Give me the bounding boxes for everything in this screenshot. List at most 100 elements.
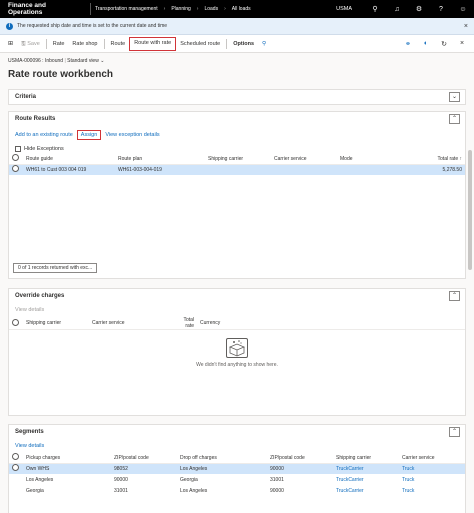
cell-mode[interactable] bbox=[337, 164, 395, 175]
cell-zip-dropoff[interactable]: 31001 bbox=[267, 474, 333, 485]
col-shipping-carrier[interactable]: Shipping carrier bbox=[23, 317, 89, 330]
row-select[interactable] bbox=[9, 463, 23, 474]
cell-dropoff[interactable]: Georgia bbox=[177, 474, 267, 485]
segments-header[interactable]: Segments bbox=[9, 425, 465, 439]
scheduled-route-button[interactable]: Scheduled route bbox=[176, 37, 224, 51]
add-to-route-link[interactable]: Add to an existing route bbox=[15, 132, 73, 138]
cell-service[interactable] bbox=[271, 164, 337, 175]
chevron-right-icon: › bbox=[224, 6, 226, 12]
col-carrier-service[interactable]: Carrier service bbox=[399, 453, 465, 464]
cell-pickup[interactable]: Los Angeles bbox=[23, 474, 111, 485]
cell-zip-dropoff[interactable]: 90000 bbox=[267, 485, 333, 496]
cell-total-rate[interactable]: 5,278.50 bbox=[395, 164, 465, 175]
cell-zip-dropoff[interactable]: 90000 bbox=[267, 463, 333, 474]
view-selector[interactable]: Standard view bbox=[67, 58, 99, 64]
route-with-rate-button[interactable]: Route with rate bbox=[129, 36, 177, 51]
office-icon[interactable]: ◐ bbox=[418, 40, 434, 47]
cell-carrier[interactable] bbox=[205, 164, 271, 175]
cell-pickup[interactable]: Georgia bbox=[23, 485, 111, 496]
chevron-up-icon[interactable]: ⌃ bbox=[449, 114, 460, 124]
cell-carrier[interactable]: TruckCarrier bbox=[333, 463, 399, 474]
cell-dropoff[interactable]: Los Angeles bbox=[177, 463, 267, 474]
view-details-link[interactable]: View details bbox=[15, 443, 44, 449]
save-button[interactable]: 🖫 Save bbox=[17, 37, 44, 51]
radio-icon[interactable] bbox=[12, 464, 19, 472]
col-carrier-service[interactable]: Carrier service bbox=[271, 154, 337, 165]
page-scrollbar[interactable] bbox=[468, 150, 472, 270]
company-selector[interactable]: USMA bbox=[336, 6, 352, 12]
col-dropoff-charges[interactable]: Drop off charges bbox=[177, 453, 267, 464]
view-exceptions-link[interactable]: View exception details bbox=[105, 132, 159, 138]
table-row[interactable]: Own WHS 98052 Los Angeles 90000 TruckCar… bbox=[9, 463, 465, 474]
close-icon[interactable]: × bbox=[454, 40, 470, 47]
col-route-plan[interactable]: Route plan bbox=[115, 154, 205, 165]
grid-icon[interactable]: ⊞ bbox=[4, 37, 17, 51]
col-mode[interactable]: Mode bbox=[337, 154, 395, 165]
breadcrumb-item[interactable]: Transportation management bbox=[95, 6, 158, 12]
cell-zip-pickup[interactable]: 98052 bbox=[111, 463, 177, 474]
cell-zip-pickup[interactable]: 31001 bbox=[111, 485, 177, 496]
col-shipping-carrier[interactable]: Shipping carrier bbox=[333, 453, 399, 464]
records-count-button[interactable]: 0 of 1 records returned with exc... bbox=[13, 263, 98, 273]
gear-icon[interactable]: ⚙ bbox=[408, 5, 430, 13]
table-row[interactable]: Georgia 31001 Los Angeles 90000 TruckCar… bbox=[9, 485, 465, 496]
link-icon[interactable]: ⚭ bbox=[400, 40, 416, 48]
row-select[interactable] bbox=[9, 485, 23, 496]
radio-icon[interactable] bbox=[12, 453, 19, 461]
chevron-up-icon[interactable]: ⌃ bbox=[449, 427, 460, 437]
col-zip-dropoff[interactable]: ZIP/postal code bbox=[267, 453, 333, 464]
cell-carrier[interactable]: TruckCarrier bbox=[333, 485, 399, 496]
close-icon[interactable]: × bbox=[464, 23, 468, 30]
cell-carrier[interactable]: TruckCarrier bbox=[333, 474, 399, 485]
chevron-down-icon[interactable]: ⌄ bbox=[449, 92, 460, 102]
help-icon[interactable]: ? bbox=[430, 6, 452, 13]
row-select[interactable] bbox=[9, 474, 23, 485]
cell-route-plan[interactable]: WH61-003-004-019 bbox=[115, 164, 205, 175]
breadcrumb-item[interactable]: Loads bbox=[204, 6, 218, 12]
table-row[interactable]: WH61 to Cust 003 004 019 WH61-003-004-01… bbox=[9, 164, 465, 175]
assign-button[interactable]: Assign bbox=[76, 130, 102, 140]
options-button[interactable]: Options bbox=[229, 37, 258, 51]
cell-dropoff[interactable]: Los Angeles bbox=[177, 485, 267, 496]
col-total-rate[interactable]: Total rate bbox=[171, 317, 197, 330]
col-currency[interactable]: Currency bbox=[197, 317, 465, 330]
app-name[interactable]: Finance and Operations bbox=[0, 2, 90, 16]
col-shipping-carrier[interactable]: Shipping carrier bbox=[205, 154, 271, 165]
col-carrier-service[interactable]: Carrier service bbox=[89, 317, 171, 330]
search-icon[interactable]: ⚲ bbox=[258, 37, 270, 51]
cell-service[interactable]: Truck bbox=[399, 474, 465, 485]
avatar[interactable]: ☺ bbox=[452, 6, 474, 13]
select-all-header[interactable] bbox=[9, 453, 23, 464]
row-select[interactable] bbox=[9, 164, 23, 175]
refresh-icon[interactable]: ↻ bbox=[436, 40, 452, 48]
cell-pickup[interactable]: Own WHS bbox=[23, 463, 111, 474]
select-all-header[interactable] bbox=[9, 154, 23, 165]
table-row[interactable]: Los Angeles 90000 Georgia 31001 TruckCar… bbox=[9, 474, 465, 485]
radio-icon[interactable] bbox=[12, 318, 19, 326]
rate-shop-button[interactable]: Rate shop bbox=[68, 37, 101, 51]
chevron-up-icon[interactable]: ⌃ bbox=[449, 291, 460, 301]
cell-service[interactable]: Truck bbox=[399, 463, 465, 474]
route-results-header[interactable]: Route Results bbox=[9, 112, 465, 126]
radio-icon[interactable] bbox=[12, 165, 19, 173]
col-pickup-charges[interactable]: Pickup charges bbox=[23, 453, 111, 464]
search-icon[interactable]: ⚲ bbox=[364, 5, 386, 13]
view-details-link[interactable]: View details bbox=[15, 307, 44, 313]
radio-icon[interactable] bbox=[12, 154, 19, 162]
override-charges-header[interactable]: Override charges bbox=[9, 289, 465, 303]
breadcrumb-item[interactable]: Planning bbox=[171, 6, 190, 12]
cell-zip-pickup[interactable]: 90000 bbox=[111, 474, 177, 485]
cell-service[interactable]: Truck bbox=[399, 485, 465, 496]
bell-icon[interactable]: ♫ bbox=[386, 6, 408, 13]
select-all-header[interactable] bbox=[9, 317, 23, 330]
route-button[interactable]: Route bbox=[107, 37, 130, 51]
breadcrumb-item[interactable]: All loads bbox=[232, 6, 251, 12]
chevron-down-icon[interactable]: ⌄ bbox=[100, 58, 104, 64]
col-total-rate[interactable]: Total rate ↑ bbox=[395, 154, 465, 165]
hide-exceptions-checkbox[interactable] bbox=[15, 146, 21, 152]
col-route-guide[interactable]: Route guide bbox=[23, 154, 115, 165]
col-zip-pickup[interactable]: ZIP/postal code bbox=[111, 453, 177, 464]
criteria-header[interactable]: Criteria bbox=[9, 90, 465, 104]
rate-button[interactable]: Rate bbox=[49, 37, 69, 51]
cell-route-guide[interactable]: WH61 to Cust 003 004 019 bbox=[23, 164, 115, 175]
